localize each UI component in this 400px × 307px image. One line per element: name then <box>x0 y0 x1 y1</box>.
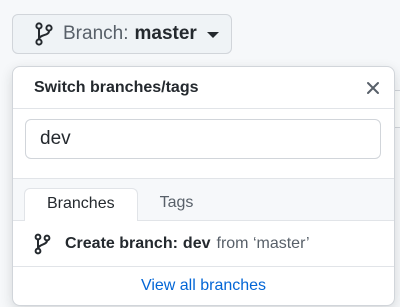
create-branch-name: dev <box>182 234 211 252</box>
branch-tabs: Branches Tags <box>13 179 394 221</box>
close-icon[interactable] <box>364 79 382 97</box>
git-branch-icon <box>33 21 55 47</box>
chevron-down-icon <box>206 32 219 38</box>
branch-filter-input[interactable] <box>25 119 381 159</box>
current-branch-name: master <box>134 23 197 44</box>
view-all-container: View all branches <box>13 267 394 305</box>
branch-select-button[interactable]: Branch: master <box>12 14 232 54</box>
create-branch-item[interactable]: Create branch: dev from ‘master’ <box>13 221 394 267</box>
branch-button-label: Branch: <box>63 23 129 44</box>
branch-dropdown: Switch branches/tags Branches Tags Creat… <box>12 66 395 306</box>
dropdown-header: Switch branches/tags <box>13 67 394 109</box>
create-branch-prefix: Create branch: <box>65 234 178 252</box>
create-branch-from: from ‘master’ <box>216 234 310 252</box>
git-branch-icon <box>33 232 53 256</box>
tab-branches[interactable]: Branches <box>24 188 138 221</box>
dropdown-title: Switch branches/tags <box>34 78 199 96</box>
filter-container <box>13 109 394 179</box>
view-all-branches-link[interactable]: View all branches <box>141 277 266 295</box>
tab-tags[interactable]: Tags <box>138 188 216 220</box>
